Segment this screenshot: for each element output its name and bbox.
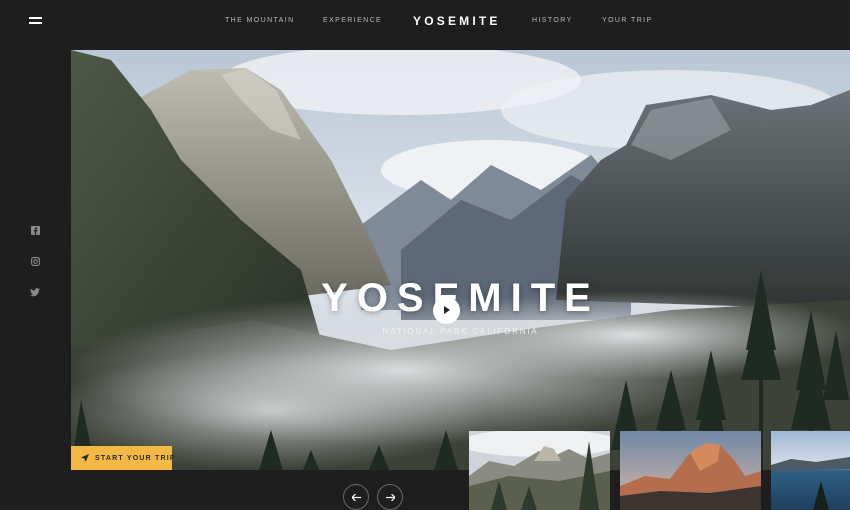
location-arrow-icon (81, 454, 89, 462)
nav-link-the-mountain[interactable]: THE MOUNTAIN (225, 17, 295, 24)
brand-logo[interactable]: YOSEMITE (413, 14, 501, 28)
arrow-right-icon (385, 493, 395, 501)
top-navigation: THE MOUNTAIN EXPERIENCE YOSEMITE HISTORY… (0, 0, 850, 44)
nav-link-your-trip[interactable]: YOUR TRIP (602, 17, 653, 24)
hero-title: YOSEMITE (321, 276, 600, 320)
play-video-button[interactable] (433, 297, 460, 324)
start-your-trip-label: START YOUR TRIP (95, 454, 176, 462)
nav-link-experience[interactable]: EXPERIENCE (323, 17, 382, 24)
previous-slide-button[interactable] (343, 484, 369, 510)
facebook-icon[interactable] (29, 224, 41, 236)
arrow-left-icon (351, 493, 361, 501)
hero-subtitle: NATIONAL PARK CALIFORNIA (382, 327, 539, 336)
instagram-icon[interactable] (29, 255, 41, 267)
thumbnail-half-dome-at-dusk[interactable] (620, 431, 761, 510)
thumbnail-lake-at-dusk[interactable] (771, 431, 850, 510)
twitter-icon[interactable] (29, 286, 41, 298)
nav-link-history[interactable]: HISTORY (532, 17, 573, 24)
start-your-trip-button[interactable]: START YOUR TRIP (71, 446, 175, 470)
next-slide-button[interactable] (377, 484, 403, 510)
thumbnail-valley-with-half-dome[interactable] (469, 431, 610, 510)
hero-section: YOSEMITE NATIONAL PARK CALIFORNIA (71, 50, 850, 470)
play-icon (444, 306, 450, 314)
hero-landscape-image (71, 50, 850, 470)
hamburger-menu-icon[interactable] (29, 15, 42, 27)
